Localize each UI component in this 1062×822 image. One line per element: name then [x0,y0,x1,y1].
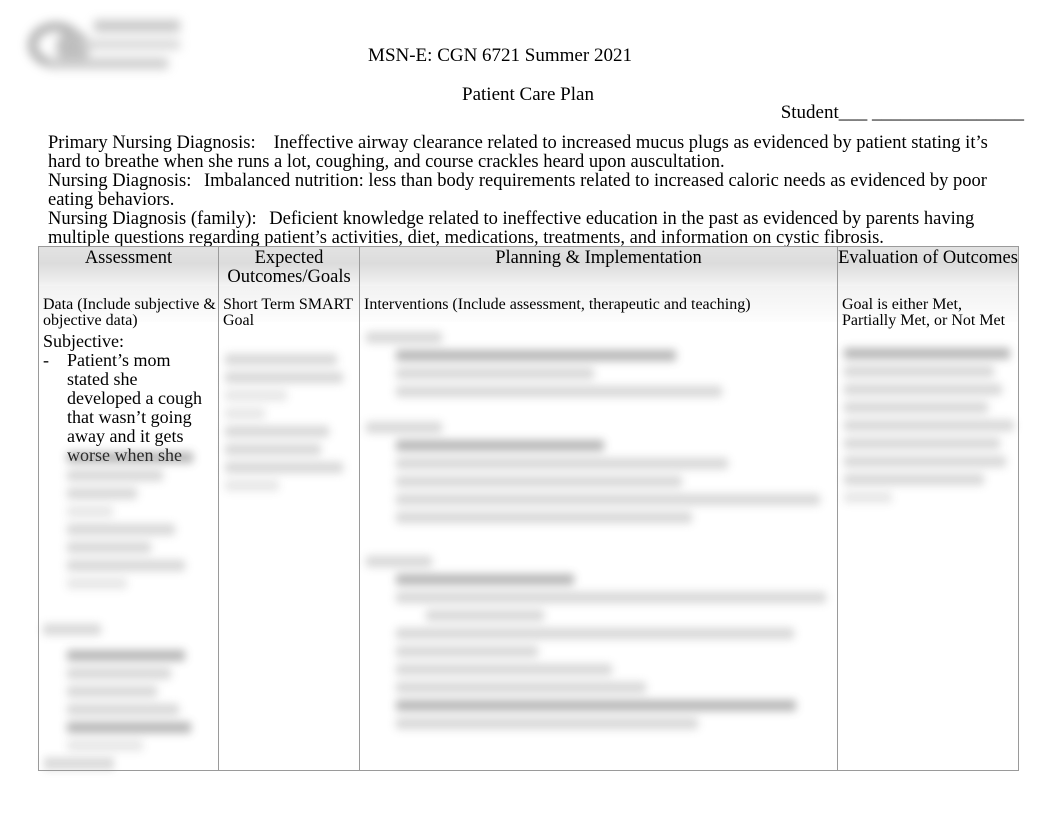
redacted-expected-outcomes [225,354,349,498]
document-header: MSN-E: CGN 6721 Summer 2021 Patient Care… [0,0,1062,132]
table-subheader-row: Data (Include subjective & objective dat… [38,287,1019,329]
redacted-footer-text [44,757,114,770]
assessment-cell[interactable]: Subjective: - Patient’s mom stated she d… [39,328,218,770]
redacted-planning-group-2 [366,422,832,530]
column-header-assessment: Assessment [84,248,173,268]
evaluation-of-outcomes-cell[interactable] [838,328,1018,770]
nursing-diagnosis-family: Nursing Diagnosis (family): Deficient kn… [48,210,1016,248]
course-line: MSN-E: CGN 6721 Summer 2021 [368,45,632,66]
column-header-expected-outcomes: Expected Outcomes/Goals [227,248,351,287]
bullet-dash-icon: - [43,350,49,370]
redacted-planning-group-3 [366,556,832,736]
table-body-row: Subjective: - Patient’s mom stated she d… [38,328,1019,771]
column-subtitle-expected-outcomes: Short Term SMART Goal [223,296,353,329]
subjective-bullet: - Patient’s mom stated she developed a c… [43,351,214,465]
redacted-assessment-objective-body [67,650,207,758]
planning-implementation-cell[interactable] [360,328,837,770]
column-subtitle-evaluation-of-outcomes: Goal is either Met, Partially Met, or No… [842,296,1006,329]
column-subtitle-planning-implementation: Interventions (Include assessment, thera… [364,296,751,313]
diagnoses-block: Primary Nursing Diagnosis: Ineffective ai… [48,134,1016,248]
column-header-planning-implementation: Planning & Implementation [495,248,702,268]
redacted-evaluation [844,348,1020,510]
nursing-diagnosis-label: Nursing Diagnosis: [48,171,192,191]
care-plan-table: Assessment Expected Outcomes/Goals Plann… [38,246,1019,771]
nursing-diagnosis-family-label: Nursing Diagnosis (family): [48,209,257,229]
table-header-row: Assessment Expected Outcomes/Goals Plann… [38,246,1019,287]
redacted-planning-group-1 [366,332,832,404]
student-name-field[interactable]: Student___ ________________ [781,102,1024,124]
redacted-assessment-objective [43,624,203,642]
column-subtitle-assessment: Data (Include subjective & objective dat… [43,296,216,329]
subjective-bullet-text: Patient’s mom stated she developed a cou… [67,350,202,465]
nursing-diagnosis: Nursing Diagnosis: Imbalanced nutrition:… [48,172,1016,210]
primary-nursing-diagnosis-label: Primary Nursing Diagnosis: [48,133,256,153]
expected-outcomes-cell[interactable] [219,328,359,770]
redacted-assessment-subjective [67,452,195,596]
footer-note: blurred footer text [0,132,1,133]
primary-nursing-diagnosis: Primary Nursing Diagnosis: Ineffective ai… [48,134,1016,172]
column-header-evaluation-of-outcomes: Evaluation of Outcomes [838,248,1018,268]
subjective-heading: Subjective: [43,331,124,351]
logo-wordmark-line-1 [94,20,180,32]
